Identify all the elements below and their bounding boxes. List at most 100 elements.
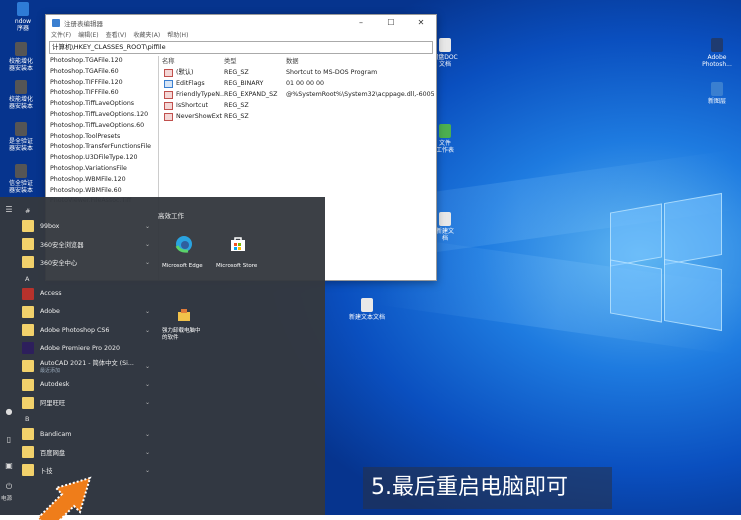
app-icon (22, 287, 34, 300)
power-label: 电源 (1, 496, 13, 502)
app-entry[interactable]: Adobe ⌄ (22, 304, 150, 320)
column-data[interactable]: 数据 (286, 56, 434, 67)
value-type: REG_EXPAND_SZ (224, 91, 278, 98)
store-icon (231, 237, 245, 251)
app-entry[interactable]: 360安全中心 ⌄ (22, 254, 150, 270)
tree-key[interactable]: Photoshop.U3DFileType.120 (48, 153, 158, 164)
app-label-group: 阿里旺旺 (40, 398, 65, 407)
folder-icon (22, 220, 34, 232)
instruction-caption: 5.最后重启电脑即可 (363, 467, 612, 509)
app-label-group: 99box (40, 223, 59, 230)
desktop-shortcut[interactable]: 信全验证 器安装本 (4, 164, 38, 194)
value-row[interactable]: IsShortcut REG_SZ (162, 100, 434, 111)
menu-file[interactable]: 文件(F) (51, 30, 71, 40)
shortcut-label: 新图层 (707, 98, 726, 105)
tree-key[interactable]: Photoshop.TGAFile.120 (48, 56, 158, 67)
value-row[interactable]: (默认) REG_SZ Shortcut to MS-DOS Program (162, 67, 434, 78)
desktop-shortcut[interactable]: 是全验证 器安装本 (4, 122, 38, 152)
app-group-letter[interactable]: A (25, 275, 29, 283)
user-icon[interactable]: ● (4, 407, 14, 417)
tree-key[interactable]: Photoshop.TiffLaveOptions.120 (48, 110, 158, 121)
title-bar[interactable]: 注册表编辑器 – ☐ ✕ (46, 15, 436, 30)
recently-added-label: 最近添加 (40, 368, 61, 375)
shortcut-label: 信全验证 器安装本 (8, 180, 33, 194)
desktop-shortcut[interactable]: 新图层 (700, 82, 734, 105)
app-group-letter[interactable]: B (25, 415, 29, 423)
desktop-shortcut[interactable]: 校能增化 器安装本 (4, 80, 38, 110)
app-name: AutoCAD 2021 - 简体中文 (Si... (40, 360, 134, 368)
column-name[interactable]: 名称 (162, 56, 224, 67)
app-label-group: Bandicam (40, 431, 71, 438)
menu-favorites[interactable]: 收藏夹(A) (133, 30, 160, 40)
maximize-button[interactable]: ☐ (376, 18, 406, 27)
app-entry[interactable]: AutoCAD 2021 - 简体中文 (Si... 最近添加 ⌄ (22, 358, 150, 374)
tree-key[interactable]: Photoshop.TGAFile.60 (48, 67, 158, 78)
app-entry[interactable]: Adobe Photoshop CS6 ⌄ (22, 322, 150, 338)
pictures-icon[interactable]: ▣ (4, 461, 14, 471)
app-entry[interactable]: 99box ⌄ (22, 218, 150, 234)
folder-icon (22, 256, 34, 269)
tree-key[interactable]: Photoshop.WBMFile.60 (48, 186, 158, 197)
tree-key[interactable]: Photoshop.WBMFile.120 (48, 175, 158, 186)
address-bar[interactable]: 计算机\HKEY_CLASSES_ROOT\piffile (49, 41, 433, 54)
shortcut-icon (15, 42, 27, 56)
tree-key[interactable]: Photoshop.TransferFunctionsFile (48, 142, 158, 153)
column-type[interactable]: 类型 (224, 56, 286, 67)
value-name: (默认) (176, 69, 194, 76)
tree-key[interactable]: Photoshop.ToolPresets (48, 132, 158, 143)
string-value-icon (164, 90, 173, 99)
values-header: 名称 类型 数据 (162, 56, 434, 67)
value-row[interactable]: NeverShowExt REG_SZ (162, 111, 434, 122)
string-value-icon (164, 101, 173, 110)
value-name: EditFlags (176, 80, 205, 87)
menu-view[interactable]: 查看(V) (106, 30, 127, 40)
app-name: 360安全中心 (40, 259, 78, 267)
app-name: 阿里旺旺 (40, 400, 66, 408)
tree-key[interactable]: Photoshop.TiffLaveOptions.60 (48, 121, 158, 132)
app-entry[interactable]: Adobe Premiere Pro 2020 (22, 340, 150, 356)
tile-microsoft-store[interactable]: Microsoft Store (212, 222, 264, 274)
power-icon[interactable]: ⏻ (4, 482, 14, 492)
value-data (286, 100, 434, 111)
folder-icon (22, 378, 34, 391)
shortcut-icon (15, 164, 27, 178)
desktop-shortcut[interactable]: 校能增化 器安装本 (4, 42, 38, 72)
desktop-shortcut[interactable]: Adobe Photosh... (700, 38, 734, 68)
menu-help[interactable]: 帮助(H) (167, 30, 188, 40)
tile-label: Microsoft Edge (162, 263, 203, 269)
chevron-down-icon: ⌄ (144, 399, 150, 407)
app-entry[interactable]: Bandicam ⌄ (22, 426, 150, 442)
app-entry[interactable]: 阿里旺旺 ⌄ (22, 395, 150, 411)
value-type: REG_SZ (224, 113, 249, 120)
app-name: 百度网盘 (40, 449, 66, 457)
value-name-cell: EditFlags (162, 78, 224, 89)
document-icon[interactable]: ▯ (4, 435, 14, 445)
app-name: Adobe (40, 308, 60, 316)
close-button[interactable]: ✕ (406, 18, 436, 27)
desktop-file[interactable]: 新建文本文档 (342, 298, 392, 321)
tile-uninstaller[interactable]: 强力卸载电脑中 的软件 (158, 294, 210, 346)
menu-edit[interactable]: 编辑(E) (78, 30, 98, 40)
value-row[interactable]: EditFlags REG_BINARY 01 00 00 00 (162, 78, 434, 89)
app-entry[interactable]: 360安全浏览器 ⌄ (22, 236, 150, 252)
tile-microsoft-edge[interactable]: Microsoft Edge (158, 222, 210, 274)
minimize-button[interactable]: – (346, 18, 376, 27)
value-name-cell: FriendlyTypeN... (162, 89, 224, 100)
desktop-shortcut[interactable]: ndow 序器 (6, 2, 40, 32)
tree-key[interactable]: Photoshop.TiffLaveOptions (48, 99, 158, 110)
app-entry[interactable]: Autodesk ⌄ (22, 377, 150, 393)
tiles-group-title: 高效工作 (158, 212, 184, 220)
hamburger-icon[interactable]: ☰ (4, 205, 14, 215)
string-value-icon (164, 68, 173, 77)
tree-key[interactable]: Photoshop.TIFFFile.120 (48, 78, 158, 89)
shortcut-label: 校能增化 器安装本 (8, 58, 33, 72)
value-row[interactable]: FriendlyTypeN... REG_EXPAND_SZ @%SystemRoo… (162, 89, 434, 100)
pointer-arrow-icon (36, 476, 92, 520)
app-group-letter[interactable]: # (25, 207, 30, 215)
chevron-down-icon: ⌄ (144, 308, 150, 316)
app-entry[interactable]: 百度网盘 ⌄ (22, 444, 150, 460)
chevron-down-icon: ⌄ (144, 466, 150, 474)
tree-key[interactable]: Photoshop.TIFFFile.60 (48, 88, 158, 99)
tree-key[interactable]: Photoshop.VariationsFile (48, 164, 158, 175)
app-entry[interactable]: Access (22, 286, 150, 302)
